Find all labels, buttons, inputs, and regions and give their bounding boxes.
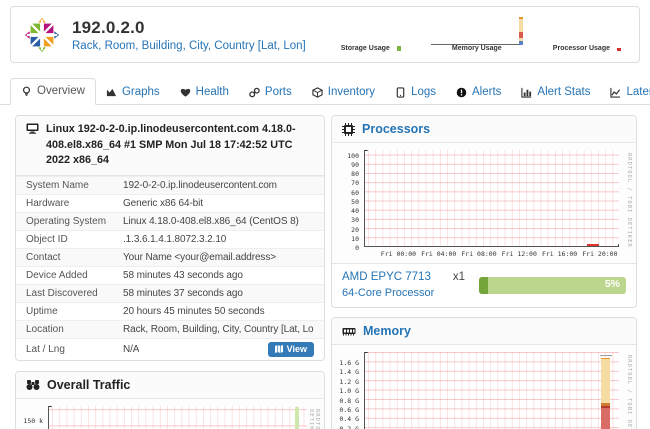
tab-label: Alert Stats	[537, 86, 590, 98]
link-icon	[249, 87, 260, 98]
table-row: Device Added58 minutes 43 seconds ago	[16, 266, 324, 284]
tab-label: Latency	[626, 86, 650, 98]
tab-label: Logs	[411, 86, 436, 98]
table-row: Uptime20 hours 45 minutes 50 seconds	[16, 302, 324, 320]
storage-usage-mini[interactable]: Storage Usage	[341, 45, 401, 52]
lightbulb-icon	[21, 86, 32, 97]
cpu-name-link[interactable]: AMD EPYC 7713	[342, 270, 431, 286]
tab-label: Health	[196, 86, 229, 98]
tab-health[interactable]: Health	[170, 80, 239, 105]
processor-usage-bar	[617, 48, 621, 51]
tab-alerts[interactable]: Alerts	[446, 80, 511, 105]
cpu-usage-progressbar: 5%	[479, 277, 626, 294]
tab-alert-stats[interactable]: Alert Stats	[511, 80, 600, 105]
area-chart-icon	[106, 87, 117, 98]
binoculars-icon	[26, 379, 40, 391]
table-row: Object ID.1.3.6.1.4.1.8072.3.2.10	[16, 230, 324, 248]
processors-title: Processors	[362, 122, 430, 136]
processors-graph[interactable]: RRDTOOL / TOBI OETIKER 01020304050607080…	[332, 143, 636, 263]
system-info-panel: Linux 192-0-2-0.ip.linodeusercontent.com…	[15, 115, 325, 361]
host-monitor-icon	[26, 123, 39, 134]
tab-ports[interactable]: Ports	[239, 80, 302, 105]
overall-traffic-graph[interactable]: RRDTOOL / TOBI OETIKER 050 k100 k150 k	[16, 399, 324, 429]
table-row: System Name192-0-2-0.ip.linodeuserconten…	[16, 176, 324, 194]
line-chart-icon	[610, 87, 621, 98]
device-ip-title: 192.0.2.0	[72, 18, 306, 38]
memory-panel: Memory RRDTOOL / TOBI OETIKER 0.00.2 G0.…	[331, 317, 637, 429]
heart-icon	[180, 87, 191, 98]
table-row: HardwareGeneric x86 64-bit	[16, 194, 324, 212]
box-icon	[312, 87, 323, 98]
tab-inventory[interactable]: Inventory	[302, 80, 385, 105]
exclamation-circle-icon	[456, 87, 467, 98]
device-location-link[interactable]: Rack, Room, Building, City, Country [Lat…	[72, 40, 306, 52]
overall-traffic-panel: Overall Traffic RRDTOOL / TOBI OETIKER 0…	[15, 371, 325, 429]
device-tabbar: Overview Graphs Health Ports Inventory L…	[0, 72, 650, 105]
memory-usage-label: Memory Usage	[452, 45, 502, 52]
cpu-usage-percent: 5%	[605, 278, 620, 290]
tab-graphs[interactable]: Graphs	[96, 80, 170, 105]
tab-label: Inventory	[328, 86, 375, 98]
processor-list-item: AMD EPYC 7713 x1 64-Core Processor 5%	[332, 263, 636, 307]
tab-label: Graphs	[122, 86, 160, 98]
memory-ram-icon	[342, 326, 356, 337]
table-row-latlng: Lat / Lng N/A View	[16, 338, 324, 360]
storage-usage-bar	[397, 46, 401, 51]
memory-spark-baseline	[431, 44, 520, 45]
tab-logs[interactable]: Logs	[385, 80, 446, 105]
rrdtool-credit: RRDTOOL / TOBI OETIKER	[626, 153, 632, 248]
cpu-description: 64-Core Processor	[342, 286, 465, 301]
processor-usage-label: Processor Usage	[553, 45, 610, 52]
tab-overview[interactable]: Overview	[10, 78, 96, 105]
device-header: 192.0.2.0 Rack, Room, Building, City, Co…	[10, 6, 640, 63]
tablet-icon	[395, 87, 406, 98]
table-row: LocationRack, Room, Building, City, Coun…	[16, 320, 324, 338]
table-row: Last Discovered58 minutes 37 seconds ago	[16, 284, 324, 302]
processors-panel: Processors RRDTOOL / TOBI OETIKER 010203…	[331, 115, 637, 308]
table-row: ContactYour Name <your@email.address>	[16, 248, 324, 266]
storage-usage-label: Storage Usage	[341, 45, 390, 52]
memory-spark-bar	[519, 18, 523, 45]
bar-chart-icon	[521, 87, 532, 98]
rrdtool-credit: RRDTOOL / TOBI OETIKER	[626, 355, 632, 429]
cpu-usage-fill	[479, 277, 488, 294]
os-banner: Linux 192-0-2-0.ip.linodeusercontent.com…	[46, 122, 314, 169]
rrdtool-credit: RRDTOOL / TOBI OETIKER	[308, 409, 320, 429]
memory-usage-mini[interactable]: Memory Usage	[431, 17, 523, 52]
processor-usage-mini[interactable]: Processor Usage	[553, 45, 621, 52]
tab-label: Overview	[37, 85, 85, 97]
memory-title: Memory	[363, 324, 411, 338]
map-icon	[275, 345, 283, 353]
tab-label: Alerts	[472, 86, 501, 98]
table-row: Operating SystemLinux 4.18.0-408.el8.x86…	[16, 212, 324, 230]
cpu-chip-icon	[342, 123, 355, 136]
centos-logo	[23, 16, 61, 54]
view-map-button[interactable]: View	[268, 342, 314, 357]
tab-latency[interactable]: Latency	[600, 80, 650, 105]
traffic-title: Overall Traffic	[47, 378, 130, 392]
cpu-count: x1	[453, 270, 465, 286]
tab-label: Ports	[265, 86, 292, 98]
memory-graph[interactable]: RRDTOOL / TOBI OETIKER 0.00.2 G0.4 G0.6 …	[332, 345, 636, 429]
